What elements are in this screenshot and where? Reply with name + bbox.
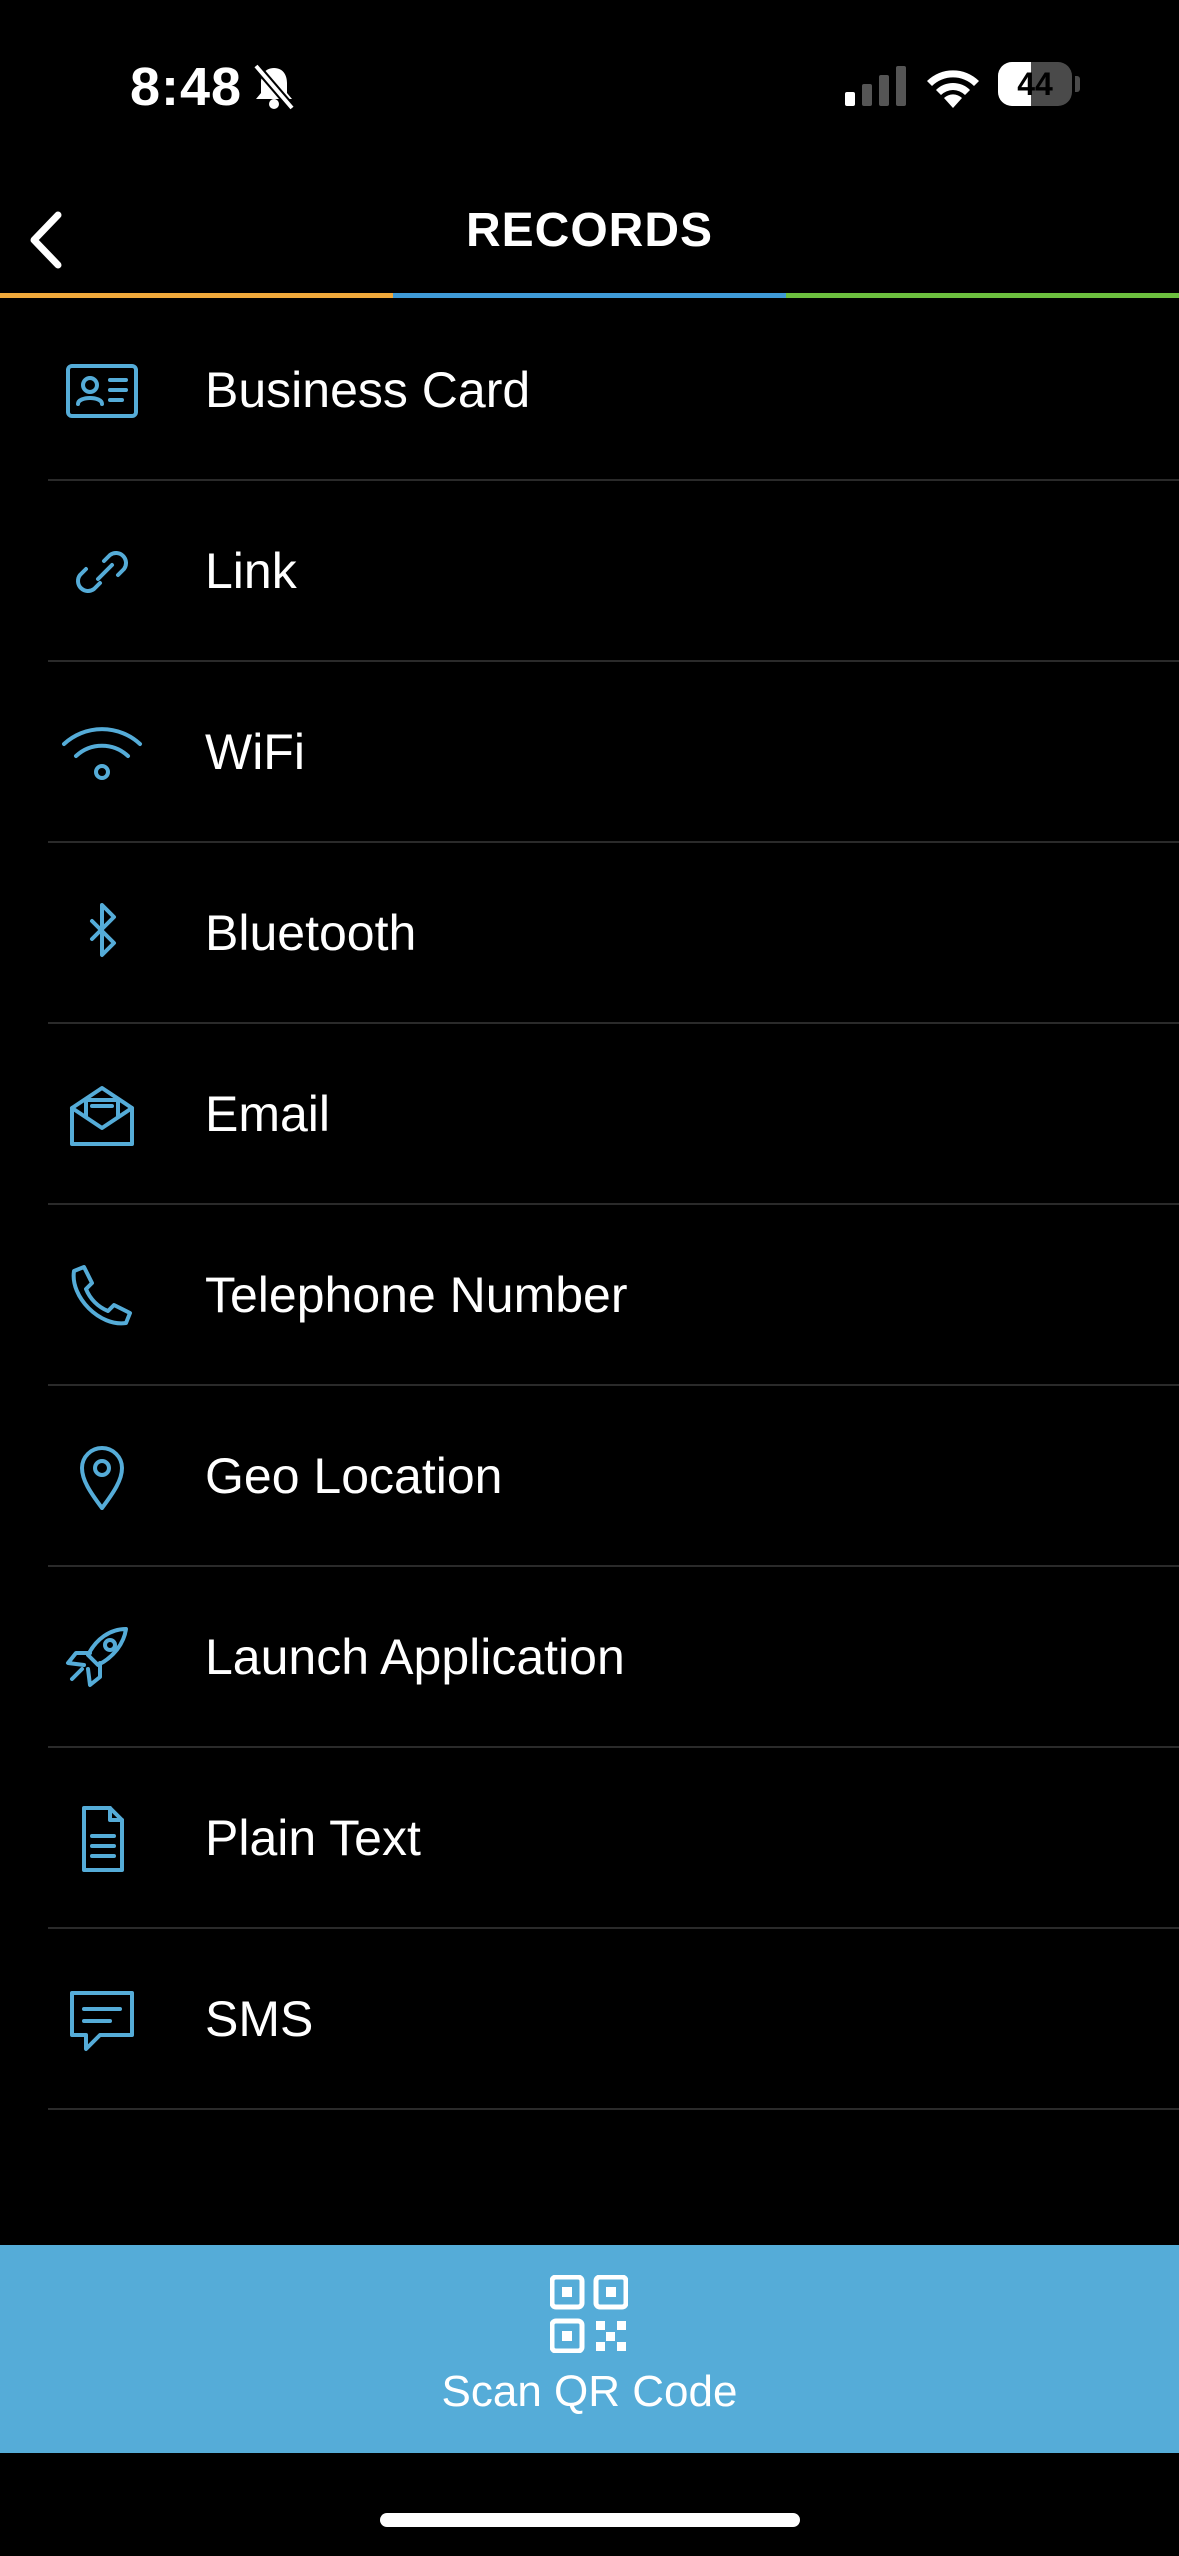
record-item-business-card[interactable]: Business Card xyxy=(0,300,1179,481)
record-item-bluetooth[interactable]: Bluetooth xyxy=(0,843,1179,1024)
cellular-signal-icon xyxy=(845,66,907,106)
status-bar: 8:48 44 xyxy=(0,0,1179,175)
status-time: 8:48 xyxy=(130,57,243,117)
business-card-icon xyxy=(60,358,144,424)
record-item-label: Plain Text xyxy=(205,1810,421,1866)
record-item-label: SMS xyxy=(205,1991,314,2047)
record-item-label: Email xyxy=(205,1086,331,1142)
record-item-geo-location[interactable]: Geo Location xyxy=(0,1386,1179,1567)
nav-bar: RECORDS xyxy=(0,175,1179,295)
record-item-label: Bluetooth xyxy=(205,905,417,961)
record-item-launch-application[interactable]: Launch Application xyxy=(0,1567,1179,1748)
scan-qr-button[interactable]: Scan QR Code xyxy=(0,2245,1179,2453)
home-indicator[interactable] xyxy=(380,2513,800,2527)
record-item-wifi[interactable]: WiFi xyxy=(0,662,1179,843)
bluetooth-icon xyxy=(60,901,144,967)
link-icon xyxy=(60,539,144,605)
record-item-label: Launch Application xyxy=(205,1629,625,1685)
record-item-label: Telephone Number xyxy=(205,1267,628,1323)
record-item-label: WiFi xyxy=(205,724,305,780)
tab-color-strip xyxy=(0,293,1179,298)
rocket-icon xyxy=(60,1625,144,1691)
page-title: RECORDS xyxy=(465,204,714,257)
record-item-plain-text[interactable]: Plain Text xyxy=(0,1748,1179,1929)
battery-icon: 44 xyxy=(998,62,1080,108)
record-item-telephone-number[interactable]: Telephone Number xyxy=(0,1205,1179,1386)
document-icon xyxy=(60,1806,144,1872)
record-item-label: Link xyxy=(205,543,297,599)
records-list: Business Card Link WiFi Bluetooth Email … xyxy=(0,300,1179,2110)
chat-icon xyxy=(60,1987,144,2053)
qr-code-icon xyxy=(549,2274,629,2354)
record-item-link[interactable]: Link xyxy=(0,481,1179,662)
scan-qr-label: Scan QR Code xyxy=(441,2367,738,2416)
email-icon xyxy=(60,1082,144,1148)
wifi-status-icon xyxy=(925,64,981,108)
silent-bell-icon xyxy=(250,62,298,112)
record-item-label: Business Card xyxy=(205,362,531,418)
battery-percent: 44 xyxy=(1017,66,1053,102)
phone-icon xyxy=(60,1263,144,1329)
record-item-sms[interactable]: SMS xyxy=(0,1929,1179,2110)
record-item-label: Geo Location xyxy=(205,1448,503,1504)
wifi-icon xyxy=(60,720,144,786)
record-item-email[interactable]: Email xyxy=(0,1024,1179,1205)
location-pin-icon xyxy=(60,1444,144,1510)
